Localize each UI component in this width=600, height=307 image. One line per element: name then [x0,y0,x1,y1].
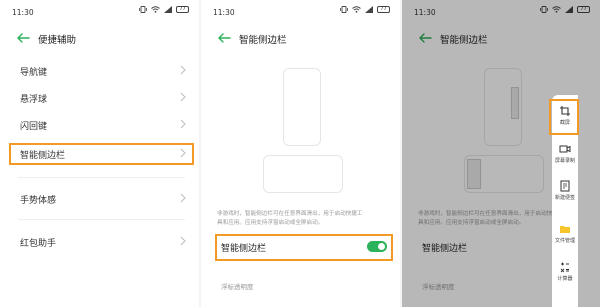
menu-item-label: 红包助手 [20,239,57,249]
page-title: 便捷辅助 [38,35,77,46]
float-transparency-label: 浮标透明度 [221,283,254,291]
status-time: 11:30 [12,8,34,17]
status-bar: 11:30 77 [201,0,400,22]
battery-icon: 77 [176,6,189,13]
folder-icon [560,226,570,233]
menu-item-label: 闪回键 [20,122,48,132]
chevron-right-icon [180,92,186,102]
note-icon [560,180,570,192]
menu-item-label: 悬浮球 [20,95,48,105]
panel-smart-sidebar-open: 11:30 77 智能侧边栏 非游戏时，智能侧边栏可在任意界面滑出，用于启动快捷… [402,0,600,307]
sidebar-item-new-note[interactable]: 新建便签 [552,180,578,201]
page-title: 智能侧边栏 [239,35,287,46]
wifi-icon [352,6,361,13]
chevron-right-icon [180,193,186,203]
chevron-right-icon [180,236,186,246]
back-arrow-icon[interactable] [215,30,233,46]
panel-smart-sidebar: 11:30 77 智能侧边栏 非游戏时，智能侧边栏可在任意界面滑出，用于启动快捷… [201,0,400,307]
smart-sidebar-panel: 截屏 屏幕录制 新建便签 文件管理 计算器 [549,95,579,307]
status-bar: 11:30 77 [0,0,199,22]
wifi-icon [151,6,160,13]
back-arrow-icon[interactable] [14,30,32,46]
portrait-phone-illustration [283,68,321,146]
feature-description: 非游戏时，智能侧边栏可在任意界面滑出，用于启动快捷工 具和应用。应用支持浮窗启动… [217,211,363,226]
menu-item-label: 导航键 [20,68,48,78]
highlight-box [215,234,393,261]
vibrate-icon [340,6,348,13]
signal-icon [365,6,373,13]
sidebar-item-file-manager[interactable]: 文件管理 [552,223,578,244]
landscape-phone-illustration [263,155,343,193]
menu-item-gesture-motion[interactable]: 手势体感 [14,187,191,209]
section-divider [18,177,185,178]
menu-item-floating-ball[interactable]: 悬浮球 [14,86,191,108]
signal-icon [164,6,172,13]
vibrate-icon [139,6,147,13]
highlight-box [549,99,579,135]
menu-item-red-packet-assistant[interactable]: 红包助手 [14,230,191,252]
sidebar-item-calculator[interactable]: 计算器 [552,261,578,282]
status-time: 11:30 [213,8,235,17]
highlight-box [9,143,194,165]
menu-item-label: 手势体感 [20,196,57,206]
screen-record-icon [559,145,571,153]
battery-icon: 77 [377,6,390,13]
chevron-right-icon [180,65,186,75]
section-divider [18,219,185,220]
chevron-right-icon [180,119,186,129]
menu-item-navigation-keys[interactable]: 导航键 [14,59,191,81]
panel-convenience-aids: 11:30 77 便捷辅助 导航键 悬浮球 闪回键 智能侧边栏 手势体感 红包助… [0,0,199,307]
sidebar-item-screen-record[interactable]: 屏幕录制 [552,143,578,164]
calculator-icon [560,262,569,273]
menu-item-flashback-key[interactable]: 闪回键 [14,113,191,135]
